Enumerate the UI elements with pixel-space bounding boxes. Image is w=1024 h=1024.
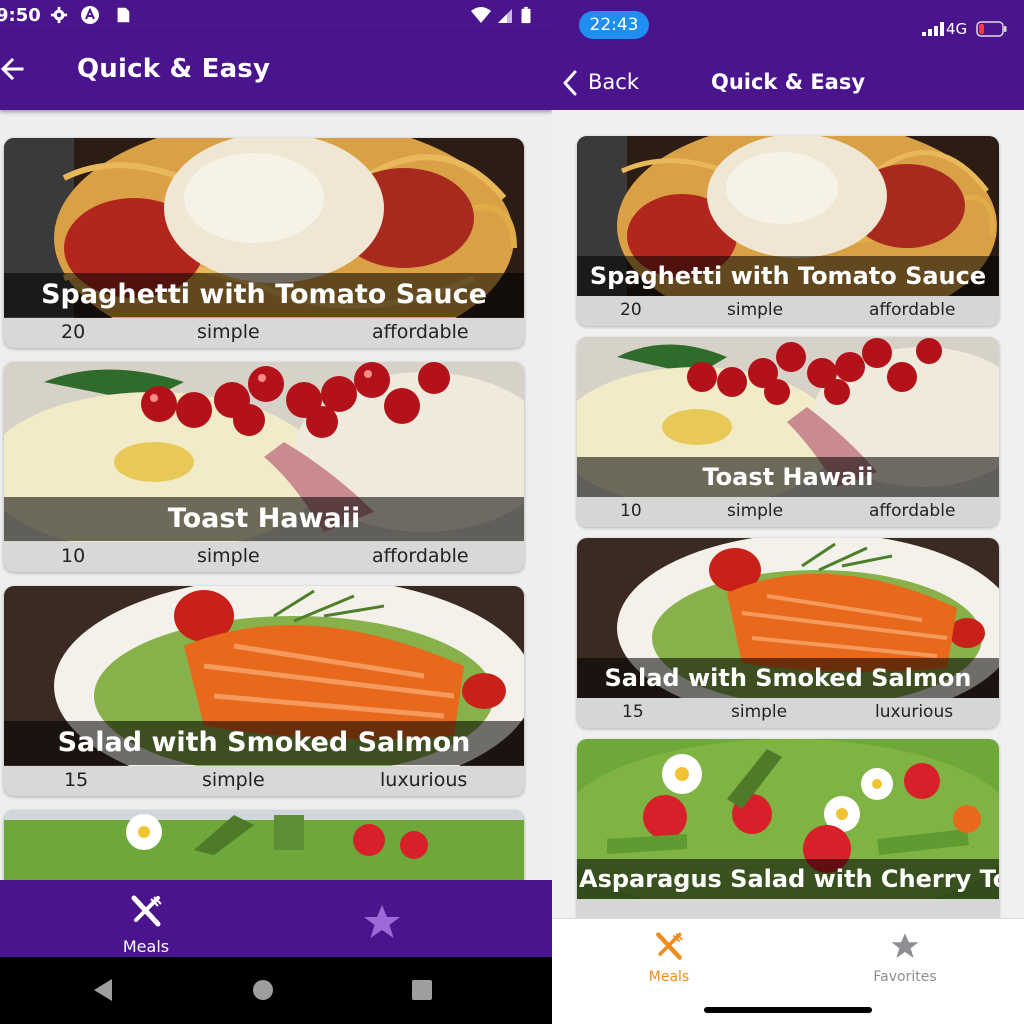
meal-title: Toast Hawaii <box>4 497 524 541</box>
meal-duration: 10 <box>620 501 642 521</box>
meal-affordability: affordable <box>869 300 956 320</box>
star-icon <box>891 933 919 958</box>
meal-list[interactable]: Spaghetti with Tomato Sauce 20 simple af… <box>552 110 1024 918</box>
meal-card[interactable]: Spaghetti with Tomato Sauce 20 simple af… <box>4 138 524 348</box>
meal-complexity: simple <box>202 769 265 791</box>
sim-card-icon <box>117 7 130 23</box>
bottom-navigation: Meals <box>0 880 552 957</box>
system-home-icon[interactable] <box>251 978 275 1002</box>
nav-meals[interactable]: Meals <box>110 890 182 956</box>
meal-title: Toast Hawaii <box>577 457 999 497</box>
meal-title: Salad with Smoked Salmon <box>577 658 999 698</box>
meal-duration: 10 <box>61 545 86 567</box>
battery-icon <box>521 6 531 24</box>
meal-affordability: affordable <box>869 501 956 521</box>
navigation-header: Back Quick & Easy <box>552 50 1024 110</box>
cell-signal-icon <box>498 9 512 23</box>
meal-details: 15 simple luxurious <box>4 766 524 796</box>
meal-duration: 20 <box>61 321 86 343</box>
meal-card[interactable] <box>4 810 524 880</box>
meal-details: 10 simple affordable <box>4 542 524 572</box>
nav-meals-label: Meals <box>122 937 170 956</box>
meal-duration: 15 <box>622 702 644 722</box>
app-bar: Quick & Easy <box>0 32 552 110</box>
meal-details: 15 simple luxurious <box>577 698 999 728</box>
meal-card[interactable]: Asparagus Salad with Cherry Tom <box>577 739 999 918</box>
meal-title: Spaghetti with Tomato Sauce <box>577 256 999 296</box>
tab-meals[interactable]: Meals <box>614 927 724 987</box>
meal-affordability: luxurious <box>380 769 468 791</box>
status-time: 22:43 <box>579 11 649 39</box>
meal-duration: 15 <box>64 769 89 791</box>
android-screen: 9:50 Quick & Easy Spaghetti with Tomato … <box>0 0 552 1024</box>
meal-affordability: affordable <box>372 545 469 567</box>
meal-image <box>4 810 524 880</box>
system-recents-icon[interactable] <box>411 979 433 1001</box>
system-back-icon[interactable] <box>90 977 116 1003</box>
network-type: 4G <box>946 20 968 38</box>
tab-meals-label: Meals <box>648 969 690 985</box>
meal-complexity: simple <box>727 300 784 320</box>
meal-details: 20 simple affordable <box>577 296 999 326</box>
meal-title: Asparagus Salad with Cherry Tom <box>577 859 999 899</box>
meal-complexity: simple <box>731 702 788 722</box>
meal-details: 20 simple affordable <box>4 318 524 348</box>
cell-signal-icon <box>922 22 944 36</box>
fork-knife-icon <box>131 895 162 927</box>
meal-duration: 20 <box>620 300 642 320</box>
settings-icon <box>50 6 68 24</box>
meal-complexity: simple <box>197 545 260 567</box>
meal-card[interactable]: Salad with Smoked Salmon 15 simple luxur… <box>4 586 524 796</box>
home-indicator[interactable] <box>704 1007 872 1013</box>
back-arrow-icon[interactable] <box>0 54 30 84</box>
meal-affordability: affordable <box>372 321 469 343</box>
meal-title: Spaghetti with Tomato Sauce <box>4 273 524 317</box>
ios-screen: 22:43 4G Back Quick & Easy Spaghetti wit… <box>552 0 1024 1024</box>
meal-card[interactable]: Salad with Smoked Salmon 15 simple luxur… <box>577 538 999 728</box>
meal-card[interactable]: Toast Hawaii 10 simple affordable <box>4 362 524 572</box>
android-status-bar: 9:50 <box>0 0 552 32</box>
wifi-icon <box>471 7 491 23</box>
meal-list[interactable]: Spaghetti with Tomato Sauce 20 simple af… <box>0 110 552 880</box>
meal-complexity: simple <box>197 321 260 343</box>
status-time: 9:50 <box>0 5 41 26</box>
ios-status-bar: 22:43 4G <box>552 0 1024 50</box>
meal-card[interactable]: Toast Hawaii 10 simple affordable <box>577 337 999 527</box>
star-icon[interactable] <box>362 902 402 942</box>
meal-title: Salad with Smoked Salmon <box>4 721 524 765</box>
fork-knife-icon <box>656 932 683 960</box>
tab-bar: Meals Favorites <box>552 918 1024 1024</box>
meal-complexity: simple <box>727 501 784 521</box>
system-navigation-bar <box>0 957 552 1024</box>
meal-details: 10 simple affordable <box>577 497 999 527</box>
tab-favorites[interactable]: Favorites <box>850 927 960 987</box>
meal-affordability: luxurious <box>875 702 954 722</box>
page-title: Quick & Easy <box>710 70 866 94</box>
tab-favorites-label: Favorites <box>873 969 937 985</box>
app-notification-icon <box>81 6 99 24</box>
battery-icon <box>976 21 1007 37</box>
meal-card[interactable]: Spaghetti with Tomato Sauce 20 simple af… <box>577 136 999 326</box>
page-title: Quick & Easy <box>77 54 271 84</box>
